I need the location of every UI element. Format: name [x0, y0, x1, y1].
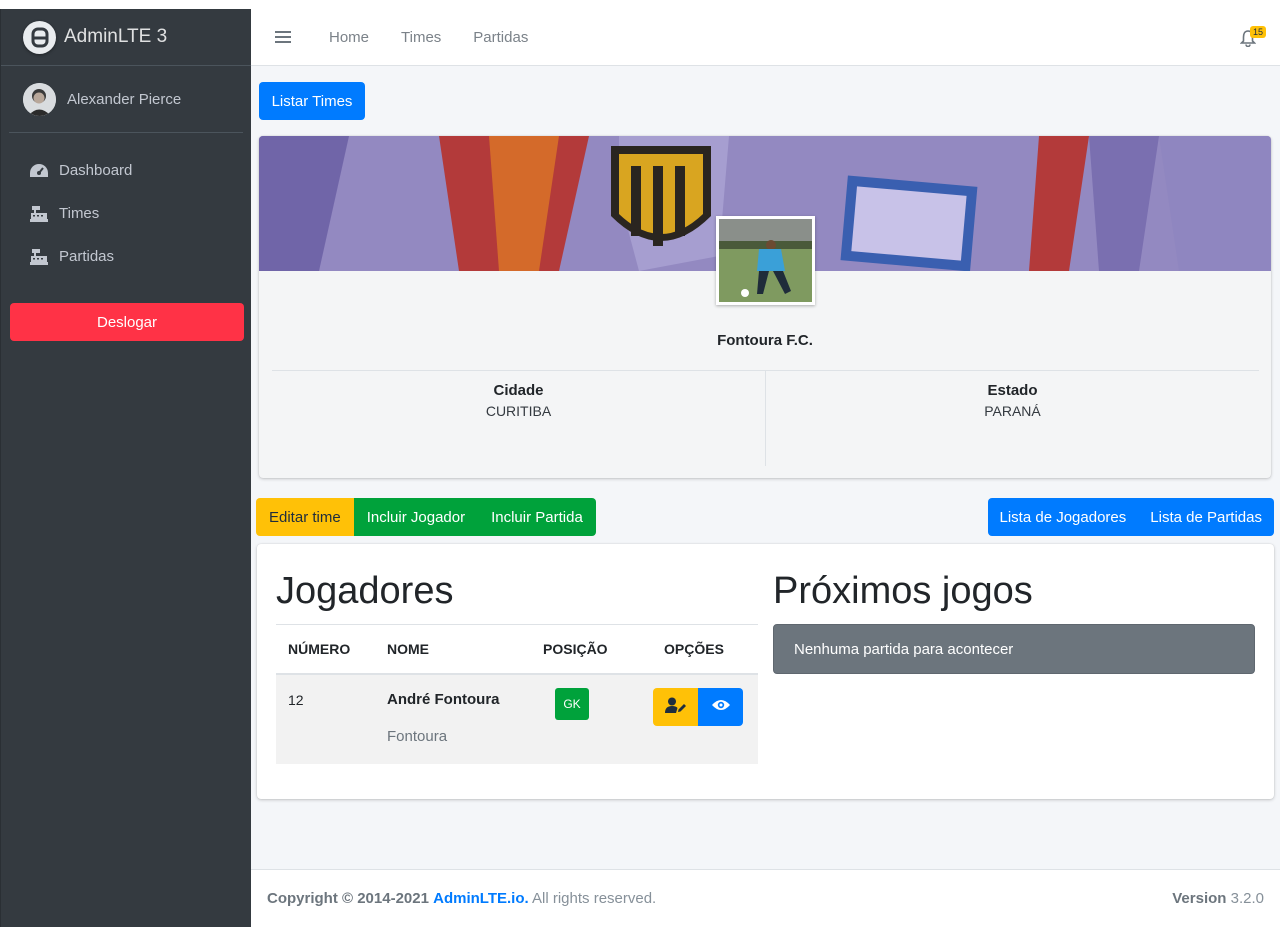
state-value: PARANÁ [984, 403, 1041, 419]
team-details-card: Jogadores NÚMERO NOME POSIÇÃO OPÇÕES 12 … [257, 544, 1274, 799]
main-footer: Copyright © 2014-2021 AdminLTE.io. All r… [251, 869, 1280, 927]
sidebar-nav: Dashboard Times Partidas [1, 133, 251, 278]
cash-register-icon [29, 248, 49, 266]
player-number: 12 [276, 673, 375, 764]
top-navbar: Home Times Partidas 15 [251, 9, 1280, 66]
brand-text: AdminLTE 3 [64, 26, 168, 47]
copyright: Copyright © 2014-2021 AdminLTE.io. All r… [267, 890, 656, 907]
sidebar-item-partidas[interactable]: Partidas [1, 235, 251, 278]
player-options [653, 687, 746, 726]
players-table: NÚMERO NOME POSIÇÃO OPÇÕES 12 André Font… [276, 624, 758, 764]
next-games-title: Próximos jogos [773, 570, 1033, 612]
window-top-strip [0, 0, 1280, 9]
version: Version 3.2.0 [1172, 890, 1264, 907]
player-options-cell [637, 673, 758, 764]
player-name: André Fontoura [387, 690, 500, 708]
city-label: Cidade [493, 382, 544, 399]
sidebar-item-label: Partidas [59, 248, 115, 265]
player-name-cell: André Fontoura Fontoura [375, 673, 535, 764]
position-badge: GK [555, 687, 589, 720]
user-edit-icon [664, 697, 687, 716]
table-row: 12 André Fontoura Fontoura GK [276, 673, 758, 764]
add-match-button[interactable]: Incluir Partida [478, 498, 596, 536]
sidebar-item-dashboard[interactable]: Dashboard [1, 149, 251, 192]
user-panel[interactable]: Alexander Pierce [9, 66, 243, 133]
edit-player-button[interactable] [653, 687, 698, 726]
copyright-prefix: Copyright © 2014-2021 [267, 890, 429, 907]
team-photo [716, 216, 815, 305]
copyright-suffix: All rights reserved. [532, 890, 657, 907]
nav-link-home[interactable]: Home [329, 29, 369, 46]
brand-link[interactable]: AdminLTE 3 [1, 9, 251, 66]
logout-button[interactable]: Deslogar [10, 303, 244, 341]
notification-badge: 15 [1249, 26, 1266, 38]
no-matches-alert: Nenhuma partida para acontecer [773, 624, 1255, 674]
sidebar-item-label: Dashboard [59, 162, 133, 179]
user-name: Alexander Pierce [67, 90, 182, 108]
player-position-cell: GK [535, 673, 637, 764]
col-options: OPÇÕES [637, 624, 758, 675]
team-profile-card: Fontoura F.C. Cidade CURITIBA Estado PAR… [259, 136, 1271, 478]
version-label: Version [1172, 890, 1227, 907]
adminlte-logo-icon [23, 20, 56, 54]
adminlte-link[interactable]: AdminLTE.io. [433, 890, 529, 907]
list-teams-button[interactable]: Listar Times [259, 82, 365, 120]
matches-list-button[interactable]: Lista de Partidas [1138, 498, 1274, 536]
team-actions: Editar time Incluir Jogador Incluir Part… [256, 498, 596, 536]
col-number: NÚMERO [276, 624, 375, 675]
user-avatar [23, 82, 56, 116]
sidebar-item-label: Times [59, 205, 100, 222]
team-stats: Cidade CURITIBA Estado PARANÁ [272, 370, 1259, 466]
state-label: Estado [987, 382, 1038, 399]
city-value: CURITIBA [485, 403, 552, 419]
col-position: POSIÇÃO [535, 624, 637, 675]
content-wrapper: Listar Times Fontoura F.C. Cidade CURITI… [251, 66, 1280, 869]
nav-link-times[interactable]: Times [401, 29, 441, 46]
view-player-button[interactable] [698, 687, 743, 726]
players-list-button[interactable]: Lista de Jogadores [987, 498, 1139, 536]
player-nickname: Fontoura [387, 727, 448, 745]
team-name: Fontoura F.C. [717, 332, 813, 349]
stat-state: Estado PARANÁ [765, 371, 1259, 466]
edit-team-button[interactable]: Editar time [256, 498, 354, 536]
cash-register-icon [29, 205, 49, 223]
nav-link-partidas[interactable]: Partidas [473, 29, 528, 46]
eye-icon [711, 698, 731, 715]
tachometer-icon [29, 162, 49, 180]
stat-city: Cidade CURITIBA [272, 371, 765, 466]
version-value: 3.2.0 [1230, 890, 1264, 907]
list-actions: Lista de Jogadores Lista de Partidas [987, 498, 1274, 536]
sidebar-item-times[interactable]: Times [1, 192, 251, 235]
menu-toggle-icon[interactable] [275, 31, 291, 43]
sidebar: AdminLTE 3 Alexander Pierce Dashboard Ti… [0, 9, 251, 927]
add-player-button[interactable]: Incluir Jogador [353, 498, 479, 536]
players-title: Jogadores [276, 570, 454, 612]
col-name: NOME [375, 624, 535, 675]
